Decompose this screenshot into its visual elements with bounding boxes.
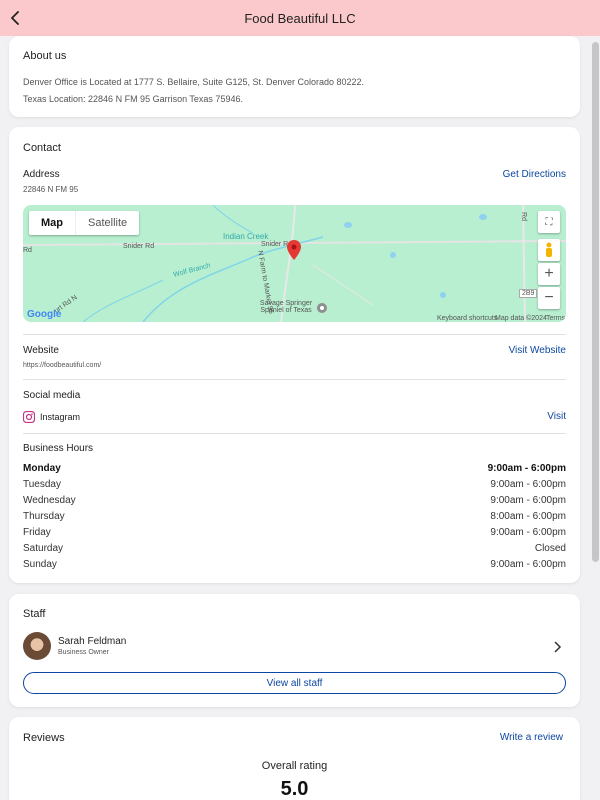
- about-title: About us: [23, 50, 67, 62]
- get-directions-link[interactable]: Get Directions: [503, 169, 566, 180]
- chevron-right-icon[interactable]: [554, 641, 562, 653]
- hours-time: 9:00am - 6:00pm: [490, 559, 566, 570]
- avatar: [23, 632, 51, 660]
- map-terms-link[interactable]: Terms: [546, 315, 565, 322]
- hours-time: 9:00am - 6:00pm: [490, 495, 566, 506]
- divider: [23, 334, 566, 335]
- hours-row-saturday: Saturday Closed: [23, 543, 566, 559]
- fullscreen-icon[interactable]: ⛶: [538, 211, 560, 233]
- social-media-label: Social media: [23, 390, 81, 401]
- contact-card: Contact Address 22846 N FM 95 Get Direct…: [9, 127, 580, 583]
- hours-day: Sunday: [23, 559, 57, 570]
- visit-instagram-link[interactable]: Visit: [547, 411, 566, 422]
- hours-row-wednesday: Wednesday 9:00am - 6:00pm: [23, 495, 566, 511]
- map-data-attribution: Map data ©2024: [495, 315, 547, 322]
- back-arrow-icon[interactable]: [6, 8, 26, 28]
- address-label: Address: [23, 169, 60, 180]
- hours-day: Friday: [23, 527, 51, 538]
- app-header: Food Beautiful LLC: [0, 0, 600, 36]
- google-logo: Google: [27, 309, 62, 320]
- instagram-icon: [23, 411, 35, 423]
- visit-website-link[interactable]: Visit Website: [509, 345, 566, 356]
- divider: [23, 433, 566, 434]
- map-label-rd-right: Rd: [519, 212, 527, 221]
- hours-day: Thursday: [23, 511, 65, 522]
- zoom-out-button[interactable]: −: [538, 287, 560, 309]
- staff-member-role: Business Owner: [58, 649, 109, 656]
- overall-rating-label: Overall rating: [261, 760, 328, 772]
- map-label-rd-left: Rd: [23, 247, 32, 254]
- map-label-indian-creek: Indian Creek: [223, 232, 269, 241]
- address-value: 22846 N FM 95: [23, 185, 79, 194]
- hours-time: 8:00am - 6:00pm: [490, 511, 566, 522]
- map-label-snider-rd-1: Snider Rd: [123, 243, 155, 250]
- hours-day: Tuesday: [23, 479, 61, 490]
- website-label: Website: [23, 345, 59, 356]
- map-pin-icon[interactable]: [287, 240, 301, 260]
- about-line-1: Denver Office is Located at 1777 S. Bell…: [23, 77, 365, 87]
- zoom-in-button[interactable]: +: [538, 263, 560, 285]
- hours-row-friday: Friday 9:00am - 6:00pm: [23, 527, 566, 543]
- street-view-pegman-icon[interactable]: [538, 239, 560, 261]
- map-label-poi: Savage Springer Spaniel of Texas: [259, 300, 313, 314]
- about-card: About us Denver Office is Located at 177…: [9, 36, 580, 117]
- instagram-label: Instagram: [40, 412, 81, 422]
- page-title: Food Beautiful LLC: [244, 10, 356, 26]
- hours-row-sunday: Sunday 9:00am - 6:00pm: [23, 559, 566, 575]
- map-type-toggle: Map Satellite: [29, 211, 140, 235]
- hours-row-tuesday: Tuesday 9:00am - 6:00pm: [23, 479, 566, 495]
- poi-marker-icon[interactable]: [316, 302, 328, 314]
- hours-time: Closed: [534, 543, 566, 554]
- view-all-staff-button[interactable]: View all staff: [23, 672, 566, 694]
- business-hours-title: Business Hours: [23, 443, 94, 454]
- keyboard-shortcuts-link[interactable]: Keyboard shortcuts: [437, 315, 497, 322]
- map-route-shield: 2B9: [519, 289, 538, 298]
- staff-title: Staff: [23, 608, 46, 620]
- overall-rating-value: 5.0: [280, 778, 309, 800]
- website-value: https://foodbeautiful.com/: [23, 362, 102, 369]
- about-line-2: Texas Location: 22846 N FM 95 Garrison T…: [23, 94, 243, 104]
- reviews-card: Reviews Write a review Overall rating 5.…: [9, 717, 580, 800]
- map[interactable]: Map Satellite Indian Creek Snider Rd Sni…: [23, 205, 566, 322]
- hours-day: Monday: [23, 463, 61, 474]
- contact-title: Contact: [23, 142, 61, 154]
- hours-time: 9:00am - 6:00pm: [490, 479, 566, 490]
- hours-time: 9:00am - 6:00pm: [490, 527, 566, 538]
- write-review-link[interactable]: Write a review: [500, 732, 563, 743]
- scrollbar[interactable]: [592, 42, 599, 562]
- staff-card: Staff Sarah Feldman Business Owner View …: [9, 594, 580, 707]
- map-tab-map[interactable]: Map: [29, 211, 75, 235]
- hours-row-thursday: Thursday 8:00am - 6:00pm: [23, 511, 566, 527]
- hours-row-monday: Monday 9:00am - 6:00pm: [23, 463, 566, 479]
- reviews-title: Reviews: [23, 732, 65, 744]
- staff-member-name[interactable]: Sarah Feldman: [58, 636, 126, 647]
- hours-time: 9:00am - 6:00pm: [487, 463, 566, 474]
- hours-day: Saturday: [23, 543, 64, 554]
- map-tab-satellite[interactable]: Satellite: [75, 211, 139, 235]
- divider: [23, 379, 566, 380]
- hours-day: Wednesday: [23, 495, 76, 506]
